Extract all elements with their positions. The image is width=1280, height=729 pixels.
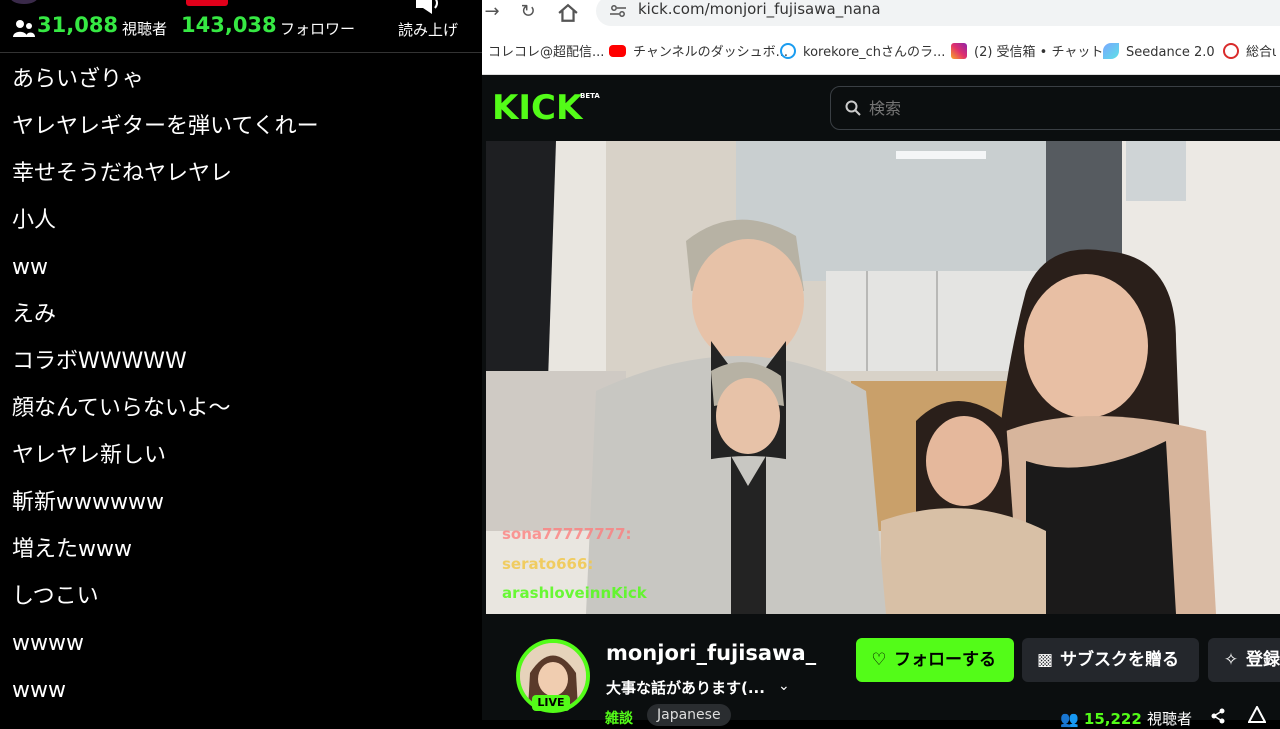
comment-item: 顔なんていらないよ〜 (12, 396, 231, 421)
instagram-icon (951, 43, 967, 59)
viewers-icon (13, 20, 35, 37)
viewer-count: 31,088 (37, 13, 119, 37)
bookmark-item[interactable]: コレコレ@超配信... (488, 43, 604, 63)
stream-video-frame (486, 141, 1280, 614)
comment-item: 幸せそうだねヤレヤレ (12, 161, 233, 186)
report-icon[interactable] (1248, 706, 1266, 724)
speaker-icon (416, 0, 438, 14)
overlay-chat-line: serato666: (502, 555, 594, 573)
comment-item: 斬新wwwwww (12, 490, 164, 515)
kick-swirl-icon (780, 43, 796, 59)
tts-button[interactable]: 読み上げ (392, 0, 464, 52)
video-player[interactable]: sona77777777: serato666: arashloveinnKic… (486, 141, 1280, 614)
bookmark-label: チャンネルのダッシュボ... (633, 45, 789, 60)
tts-label: 読み上げ (398, 21, 459, 39)
bookmark-label: korekore_chさんのラ... (803, 45, 946, 60)
bookmarks-bar: コレコレ@超配信... チャンネルのダッシュボ... korekore_chさん… (482, 30, 1280, 75)
address-bar-row: → ↻ kick.com/monjori_fujisawa_nana (482, 0, 1280, 30)
live-badge: LIVE (532, 695, 570, 711)
live-viewer-count: 👥 15,222 視聴者 (1060, 708, 1192, 729)
overlay-chat-line: sona77777777: (502, 525, 632, 543)
viewer-count-label: 視聴者 (1147, 710, 1193, 728)
site-settings-icon[interactable] (610, 5, 626, 17)
login-button[interactable]: ✧ 登録 (1208, 638, 1280, 682)
stream-title: 大事な話があります(... (606, 679, 765, 697)
comment-item: wwww (12, 631, 84, 656)
bookmark-label: 総合ι (1246, 45, 1277, 60)
comment-item: えみ (12, 302, 57, 327)
live-indicator (186, 0, 228, 6)
follow-label: フォローする (894, 650, 996, 670)
gift-sub-label: サブスクを贈る (1060, 650, 1179, 670)
url-text[interactable]: kick.com/monjori_fujisawa_nana (638, 0, 881, 18)
forward-icon[interactable]: → (480, 2, 504, 22)
comment-item: あらいざりゃ (12, 67, 145, 92)
search-box[interactable] (830, 86, 1280, 130)
language-tag[interactable]: Japanese (647, 704, 731, 726)
bookmark-item[interactable]: Seedance 2.0 (1103, 43, 1215, 63)
seedance-icon (1103, 43, 1119, 59)
channel-name[interactable]: monjori_fujisawa_ (606, 641, 816, 665)
viewer-label: 視聴者 (122, 20, 168, 38)
login-label: 登録 (1246, 650, 1280, 670)
comment-item: 増えたwww (12, 537, 132, 562)
browser-window: → ↻ kick.com/monjori_fujisawa_nana コレコレ@… (482, 0, 1280, 728)
beta-label: BETA (580, 92, 600, 100)
chevron-down-icon[interactable]: ⌄ (778, 678, 790, 694)
stats-bar: 31,088 視聴者 143,038 フォロワー 読み上げ (0, 0, 482, 53)
comment-item: ヤレヤレ新しい (12, 443, 167, 468)
viewer-count-value: 15,222 (1083, 710, 1142, 728)
comment-item: コラボWWWWW (12, 349, 187, 374)
kick-header: KICK BETA (482, 75, 1280, 141)
viewers-icon: 👥 (1060, 710, 1079, 728)
channel-info-bar: LIVE monjori_fujisawa_ 大事な話があります(... ⌄ 雑… (482, 614, 1280, 728)
gift-icon: ▩ (1036, 650, 1054, 670)
bookmark-label: (2) 受信箱 • チャット (974, 45, 1104, 60)
crown-icon (1223, 43, 1239, 59)
share-icon[interactable] (1210, 708, 1226, 724)
comment-item: しつこい (12, 584, 99, 609)
youtube-icon (609, 45, 626, 57)
follower-label: フォロワー (280, 20, 356, 38)
bookmark-label: コレコレ@超配信... (488, 45, 605, 60)
comment-item: ww (12, 255, 48, 280)
search-icon (845, 100, 861, 116)
bookmark-item[interactable]: 総合ι (1223, 43, 1276, 63)
heart-icon: ♡ (871, 650, 887, 670)
bookmark-item[interactable]: (2) 受信箱 • チャット (951, 43, 1103, 63)
category-link[interactable]: 雑談 (605, 708, 633, 728)
gift-sub-button[interactable]: ▩ サブスクを贈る (1022, 638, 1199, 682)
avatar (10, 0, 38, 4)
comment-item: www (12, 678, 66, 703)
comment-item: ヤレヤレギターを弾いてくれー (12, 114, 319, 139)
sparkle-icon: ✧ (1223, 650, 1239, 670)
comment-item: 小人 (12, 208, 57, 233)
search-input[interactable] (867, 94, 1171, 122)
kick-logo[interactable]: KICK (492, 91, 582, 125)
reload-icon[interactable]: ↻ (516, 2, 540, 22)
bookmark-label: Seedance 2.0 (1126, 45, 1215, 60)
streamer-overlay-panel: 31,088 視聴者 143,038 フォロワー 読み上げ あらいざりゃ ヤレヤ… (0, 0, 482, 720)
follow-button[interactable]: ♡ フォローする (856, 638, 1014, 682)
bookmark-item[interactable]: チャンネルのダッシュボ... (609, 43, 788, 63)
omnibox[interactable]: kick.com/monjori_fujisawa_nana (596, 0, 1280, 26)
overlay-chat-line: arashloveinnKick (502, 584, 647, 602)
comment-list: あらいざりゃ ヤレヤレギターを弾いてくれー 幸せそうだねヤレヤレ 小人 ww え… (12, 58, 477, 716)
follower-count: 143,038 (181, 13, 277, 37)
bookmark-item[interactable]: korekore_chさんのラ... (780, 43, 945, 63)
home-icon[interactable] (556, 3, 580, 23)
